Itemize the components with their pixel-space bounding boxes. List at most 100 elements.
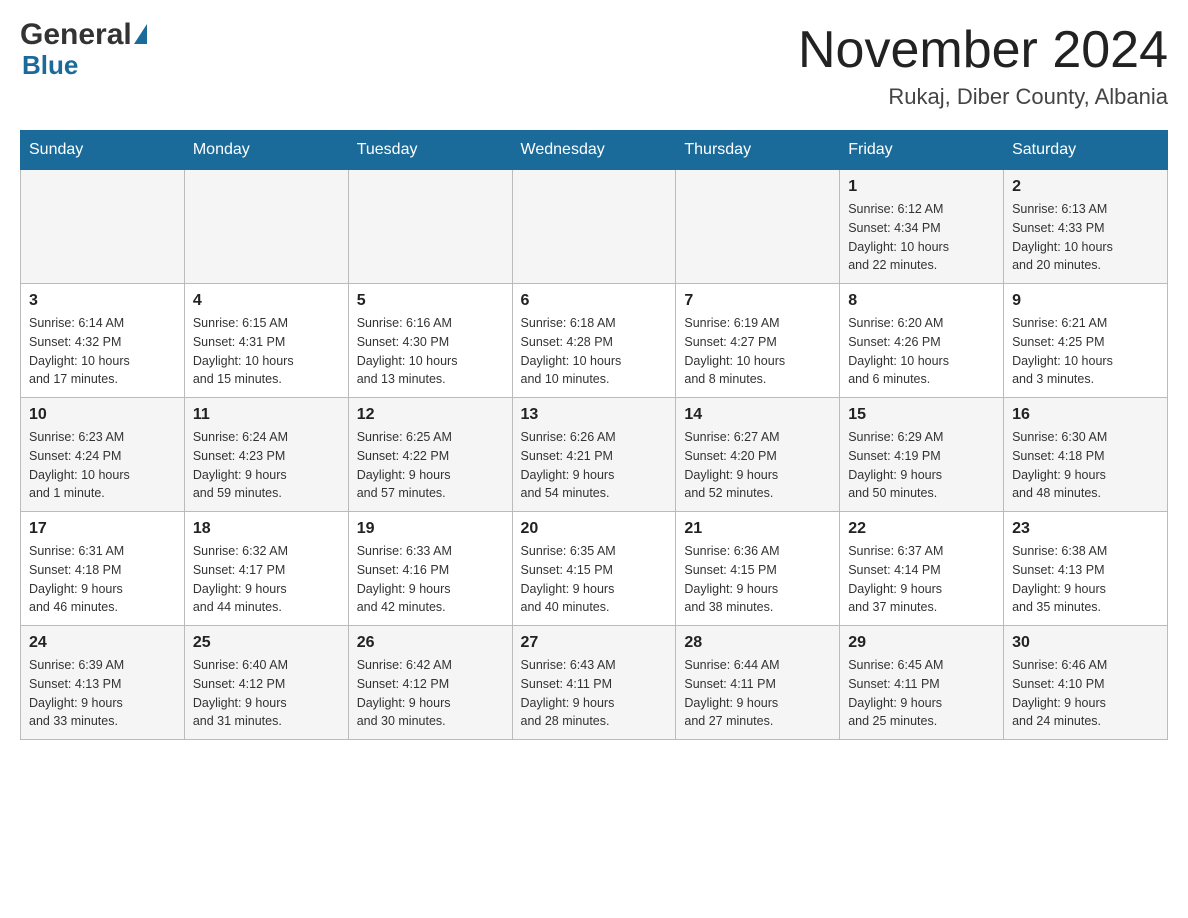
day-number: 25 [193, 634, 340, 652]
calendar-cell: 17 Sunrise: 6:31 AM Sunset: 4:18 PM Dayli… [21, 512, 185, 626]
calendar-cell [21, 170, 185, 284]
logo-chevron-icon [134, 24, 147, 44]
day-info: Sunrise: 6:20 AM Sunset: 4:26 PM Dayligh… [848, 314, 995, 389]
calendar-cell: 20 Sunrise: 6:35 AM Sunset: 4:15 PM Dayli… [512, 512, 676, 626]
calendar-cell: 24 Sunrise: 6:39 AM Sunset: 4:13 PM Dayli… [21, 626, 185, 740]
day-info: Sunrise: 6:44 AM Sunset: 4:11 PM Dayligh… [684, 656, 831, 731]
calendar-header-saturday: Saturday [1004, 131, 1168, 170]
day-info: Sunrise: 6:35 AM Sunset: 4:15 PM Dayligh… [521, 542, 668, 617]
logo-general-text: General [20, 20, 132, 50]
day-info: Sunrise: 6:24 AM Sunset: 4:23 PM Dayligh… [193, 428, 340, 503]
calendar-header-monday: Monday [184, 131, 348, 170]
calendar-cell: 12 Sunrise: 6:25 AM Sunset: 4:22 PM Dayli… [348, 398, 512, 512]
location-title: Rukaj, Diber County, Albania [798, 84, 1168, 110]
day-info: Sunrise: 6:16 AM Sunset: 4:30 PM Dayligh… [357, 314, 504, 389]
title-block: November 2024 Rukaj, Diber County, Alban… [798, 20, 1168, 110]
calendar-cell: 28 Sunrise: 6:44 AM Sunset: 4:11 PM Dayli… [676, 626, 840, 740]
calendar-cell: 16Sunrise: 6:30 AM Sunset: 4:18 PM Dayli… [1004, 398, 1168, 512]
day-number: 6 [521, 292, 668, 310]
calendar-header-sunday: Sunday [21, 131, 185, 170]
day-info: Sunrise: 6:45 AM Sunset: 4:11 PM Dayligh… [848, 656, 995, 731]
calendar-cell: 6 Sunrise: 6:18 AM Sunset: 4:28 PM Daylig… [512, 284, 676, 398]
calendar-cell [348, 170, 512, 284]
day-info: Sunrise: 6:26 AM Sunset: 4:21 PM Dayligh… [521, 428, 668, 503]
calendar-cell: 4Sunrise: 6:15 AM Sunset: 4:31 PM Daylig… [184, 284, 348, 398]
day-number: 20 [521, 520, 668, 538]
calendar-week-row: 17 Sunrise: 6:31 AM Sunset: 4:18 PM Dayli… [21, 512, 1168, 626]
day-number: 30 [1012, 634, 1159, 652]
calendar-week-row: 10 Sunrise: 6:23 AM Sunset: 4:24 PM Dayli… [21, 398, 1168, 512]
calendar-cell [512, 170, 676, 284]
day-info: Sunrise: 6:15 AM Sunset: 4:31 PM Dayligh… [193, 314, 340, 389]
day-info: Sunrise: 6:29 AM Sunset: 4:19 PM Dayligh… [848, 428, 995, 503]
day-info: Sunrise: 6:32 AM Sunset: 4:17 PM Dayligh… [193, 542, 340, 617]
day-info: Sunrise: 6:43 AM Sunset: 4:11 PM Dayligh… [521, 656, 668, 731]
day-number: 17 [29, 520, 176, 538]
calendar-cell: 15Sunrise: 6:29 AM Sunset: 4:19 PM Dayli… [840, 398, 1004, 512]
calendar-week-row: 1Sunrise: 6:12 AM Sunset: 4:34 PM Daylig… [21, 170, 1168, 284]
day-info: Sunrise: 6:23 AM Sunset: 4:24 PM Dayligh… [29, 428, 176, 503]
day-info: Sunrise: 6:31 AM Sunset: 4:18 PM Dayligh… [29, 542, 176, 617]
calendar-header-friday: Friday [840, 131, 1004, 170]
day-info: Sunrise: 6:37 AM Sunset: 4:14 PM Dayligh… [848, 542, 995, 617]
day-number: 7 [684, 292, 831, 310]
day-info: Sunrise: 6:30 AM Sunset: 4:18 PM Dayligh… [1012, 428, 1159, 503]
calendar-cell: 14 Sunrise: 6:27 AM Sunset: 4:20 PM Dayli… [676, 398, 840, 512]
day-number: 19 [357, 520, 504, 538]
month-title: November 2024 [798, 20, 1168, 80]
day-info: Sunrise: 6:18 AM Sunset: 4:28 PM Dayligh… [521, 314, 668, 389]
day-info: Sunrise: 6:19 AM Sunset: 4:27 PM Dayligh… [684, 314, 831, 389]
calendar-cell: 21 Sunrise: 6:36 AM Sunset: 4:15 PM Dayli… [676, 512, 840, 626]
day-info: Sunrise: 6:40 AM Sunset: 4:12 PM Dayligh… [193, 656, 340, 731]
calendar-cell: 1Sunrise: 6:12 AM Sunset: 4:34 PM Daylig… [840, 170, 1004, 284]
calendar-cell [184, 170, 348, 284]
calendar-cell: 18Sunrise: 6:32 AM Sunset: 4:17 PM Dayli… [184, 512, 348, 626]
day-info: Sunrise: 6:13 AM Sunset: 4:33 PM Dayligh… [1012, 200, 1159, 275]
calendar-week-row: 24 Sunrise: 6:39 AM Sunset: 4:13 PM Dayli… [21, 626, 1168, 740]
day-info: Sunrise: 6:27 AM Sunset: 4:20 PM Dayligh… [684, 428, 831, 503]
calendar-cell: 25 Sunrise: 6:40 AM Sunset: 4:12 PM Dayli… [184, 626, 348, 740]
day-number: 27 [521, 634, 668, 652]
day-info: Sunrise: 6:39 AM Sunset: 4:13 PM Dayligh… [29, 656, 176, 731]
calendar-cell [676, 170, 840, 284]
calendar-cell: 29Sunrise: 6:45 AM Sunset: 4:11 PM Dayli… [840, 626, 1004, 740]
calendar-cell: 10 Sunrise: 6:23 AM Sunset: 4:24 PM Dayli… [21, 398, 185, 512]
day-number: 13 [521, 406, 668, 424]
day-number: 11 [193, 406, 340, 424]
day-number: 2 [1012, 178, 1159, 196]
calendar-header-row: SundayMondayTuesdayWednesdayThursdayFrid… [21, 131, 1168, 170]
day-number: 3 [29, 292, 176, 310]
day-info: Sunrise: 6:33 AM Sunset: 4:16 PM Dayligh… [357, 542, 504, 617]
calendar-table: SundayMondayTuesdayWednesdayThursdayFrid… [20, 130, 1168, 740]
calendar-cell: 19 Sunrise: 6:33 AM Sunset: 4:16 PM Dayli… [348, 512, 512, 626]
day-info: Sunrise: 6:38 AM Sunset: 4:13 PM Dayligh… [1012, 542, 1159, 617]
day-number: 21 [684, 520, 831, 538]
day-info: Sunrise: 6:46 AM Sunset: 4:10 PM Dayligh… [1012, 656, 1159, 731]
day-number: 14 [684, 406, 831, 424]
calendar-cell: 5 Sunrise: 6:16 AM Sunset: 4:30 PM Daylig… [348, 284, 512, 398]
calendar-cell: 27 Sunrise: 6:43 AM Sunset: 4:11 PM Dayli… [512, 626, 676, 740]
day-number: 28 [684, 634, 831, 652]
day-info: Sunrise: 6:36 AM Sunset: 4:15 PM Dayligh… [684, 542, 831, 617]
calendar-cell: 9 Sunrise: 6:21 AM Sunset: 4:25 PM Daylig… [1004, 284, 1168, 398]
calendar-cell: 13 Sunrise: 6:26 AM Sunset: 4:21 PM Dayli… [512, 398, 676, 512]
calendar-header-wednesday: Wednesday [512, 131, 676, 170]
day-number: 9 [1012, 292, 1159, 310]
logo-blue-text: Blue [22, 50, 147, 81]
day-number: 24 [29, 634, 176, 652]
calendar-cell: 23Sunrise: 6:38 AM Sunset: 4:13 PM Dayli… [1004, 512, 1168, 626]
calendar-cell: 2 Sunrise: 6:13 AM Sunset: 4:33 PM Daylig… [1004, 170, 1168, 284]
calendar-header-tuesday: Tuesday [348, 131, 512, 170]
day-info: Sunrise: 6:42 AM Sunset: 4:12 PM Dayligh… [357, 656, 504, 731]
day-info: Sunrise: 6:14 AM Sunset: 4:32 PM Dayligh… [29, 314, 176, 389]
day-number: 22 [848, 520, 995, 538]
calendar-cell: 11 Sunrise: 6:24 AM Sunset: 4:23 PM Dayli… [184, 398, 348, 512]
day-number: 5 [357, 292, 504, 310]
day-info: Sunrise: 6:25 AM Sunset: 4:22 PM Dayligh… [357, 428, 504, 503]
calendar-cell: 26Sunrise: 6:42 AM Sunset: 4:12 PM Dayli… [348, 626, 512, 740]
day-number: 10 [29, 406, 176, 424]
day-number: 12 [357, 406, 504, 424]
calendar-header-thursday: Thursday [676, 131, 840, 170]
logo: General Blue [20, 20, 147, 81]
day-info: Sunrise: 6:21 AM Sunset: 4:25 PM Dayligh… [1012, 314, 1159, 389]
